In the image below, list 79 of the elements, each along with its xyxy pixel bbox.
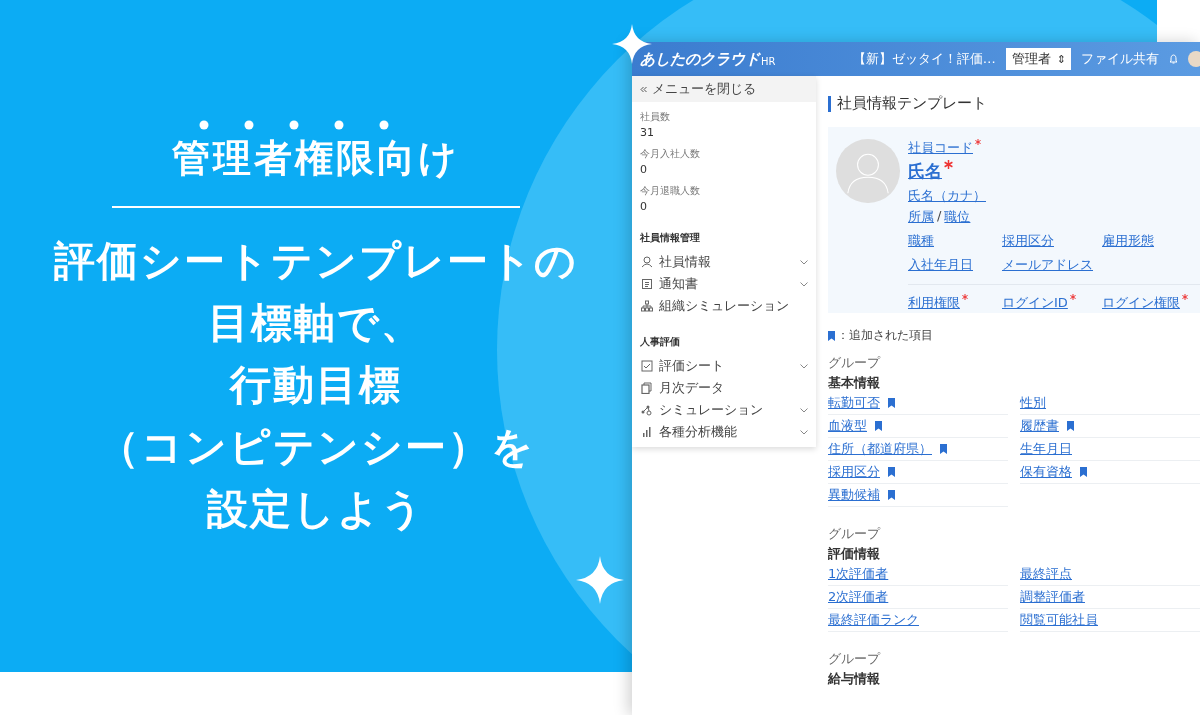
tagline: 評価シートテンプレートの bbox=[54, 236, 578, 287]
field-link[interactable]: 血液型 bbox=[828, 417, 867, 435]
group-title: 基本情報 bbox=[828, 374, 881, 392]
stat-value: 0 bbox=[640, 200, 648, 213]
tagline: 目標軸で、 bbox=[208, 298, 424, 349]
app-logo[interactable]: あしたのクラウド bbox=[640, 49, 760, 69]
notice-link[interactable]: 【新】ゼッタイ！評価… bbox=[852, 50, 996, 68]
page-title: 社員情報テンプレート bbox=[837, 94, 987, 113]
stat-value: 31 bbox=[640, 126, 655, 139]
double-chevron-icon bbox=[640, 85, 647, 93]
name-kana-link[interactable]: 氏名（カナ） bbox=[908, 188, 986, 203]
field-link[interactable]: 調整評価者 bbox=[1020, 588, 1085, 606]
section-heading: 社員情報管理 bbox=[639, 231, 701, 245]
field-link[interactable]: 採用区分 bbox=[1002, 233, 1054, 248]
employee-code-link[interactable]: 社員コード bbox=[908, 140, 973, 155]
name-link[interactable]: 氏名 bbox=[908, 161, 942, 181]
title-accent bbox=[828, 95, 831, 112]
group-caption: グループ bbox=[828, 650, 882, 668]
person-icon bbox=[641, 256, 653, 268]
field-link[interactable]: 雇用形態 bbox=[1102, 233, 1154, 248]
field-link[interactable]: 異動候補 bbox=[828, 486, 880, 504]
field-link[interactable]: ログイン権限 bbox=[1102, 295, 1180, 310]
stat-label: 今月退職人数 bbox=[640, 184, 701, 198]
org-chart-icon bbox=[641, 300, 653, 312]
group-caption: グループ bbox=[828, 525, 882, 543]
department-link[interactable]: 所属 bbox=[908, 208, 934, 226]
sidebar-item[interactable]: シミュレーション bbox=[632, 399, 816, 421]
field-link[interactable]: 最終評価ランク bbox=[828, 611, 919, 629]
group-title: 評価情報 bbox=[828, 545, 881, 563]
document-icon bbox=[641, 278, 653, 290]
sidebar-item[interactable]: 組織シミュレーション bbox=[632, 295, 816, 317]
separator: / bbox=[937, 208, 942, 225]
tagline: 行動目標 bbox=[230, 360, 402, 411]
avatar-placeholder-icon bbox=[836, 139, 900, 203]
field-link[interactable]: メールアドレス bbox=[1002, 257, 1093, 272]
field-link[interactable]: 入社年月日 bbox=[908, 257, 973, 272]
network-icon bbox=[641, 404, 653, 416]
headline: 管理者権限向け bbox=[172, 135, 460, 182]
position-link[interactable]: 職位 bbox=[944, 208, 971, 226]
sidebar-item[interactable]: 各種分析機能 bbox=[632, 421, 816, 443]
logo-suffix: HR bbox=[761, 55, 776, 67]
section-heading: 人事評価 bbox=[639, 335, 681, 349]
sparkle-icon bbox=[576, 556, 624, 604]
field-link[interactable]: 保有資格 bbox=[1020, 463, 1072, 481]
bell-icon[interactable] bbox=[1169, 54, 1178, 64]
emphasis-dots-icon bbox=[199, 120, 389, 130]
copy-icon bbox=[641, 382, 653, 394]
field-link[interactable]: 閲覧可能社員 bbox=[1020, 611, 1098, 629]
stat-value: 0 bbox=[640, 163, 648, 176]
field-link[interactable]: 1次評価者 bbox=[828, 565, 889, 583]
sidebar-item[interactable]: 社員情報 bbox=[632, 251, 816, 273]
tagline: 設定しよう bbox=[207, 484, 425, 535]
field-link[interactable]: 生年月日 bbox=[1020, 440, 1072, 458]
tagline: （コンピテンシー）を bbox=[97, 422, 535, 473]
field-link[interactable]: 2次評価者 bbox=[828, 588, 889, 606]
sidebar-item[interactable]: 通知書 bbox=[632, 273, 816, 295]
field-link[interactable]: 利用権限 bbox=[908, 295, 960, 310]
field-link[interactable]: 転勤可否 bbox=[828, 394, 880, 412]
field-link[interactable]: 最終評点 bbox=[1020, 565, 1072, 583]
sidebar-item[interactable]: 評価シート bbox=[632, 355, 816, 377]
file-share-link[interactable]: ファイル共有 bbox=[1081, 50, 1159, 68]
role-select[interactable]: 管理者 ⇕ bbox=[1005, 48, 1071, 70]
field-link[interactable]: 採用区分 bbox=[828, 463, 880, 481]
bookmark-icon bbox=[828, 330, 835, 341]
close-menu-button[interactable]: メニューを閉じる bbox=[632, 76, 816, 102]
field-link[interactable]: ログインID bbox=[1002, 295, 1068, 310]
sidebar-item[interactable]: 月次データ bbox=[632, 377, 816, 399]
stat-label: 今月入社人数 bbox=[640, 147, 701, 161]
field-link[interactable]: 性別 bbox=[1020, 394, 1046, 412]
legend-text: ：追加された項目 bbox=[837, 327, 933, 344]
user-avatar[interactable] bbox=[1188, 51, 1200, 67]
field-link[interactable]: 職種 bbox=[908, 233, 934, 248]
stat-label: 社員数 bbox=[640, 110, 671, 124]
group-caption: グループ bbox=[828, 354, 882, 372]
group-title: 給与情報 bbox=[828, 670, 881, 688]
checkbox-icon bbox=[641, 360, 653, 372]
field-link[interactable]: 住所（都道府県） bbox=[828, 440, 932, 458]
bar-chart-icon bbox=[641, 426, 653, 438]
field-link[interactable]: 履歴書 bbox=[1020, 417, 1059, 435]
